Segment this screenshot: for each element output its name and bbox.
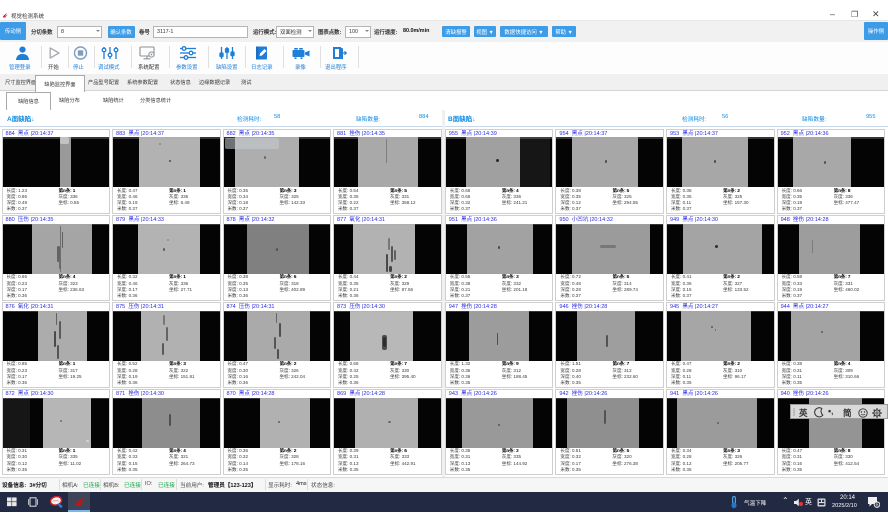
svg-text:6: 6	[875, 503, 878, 508]
